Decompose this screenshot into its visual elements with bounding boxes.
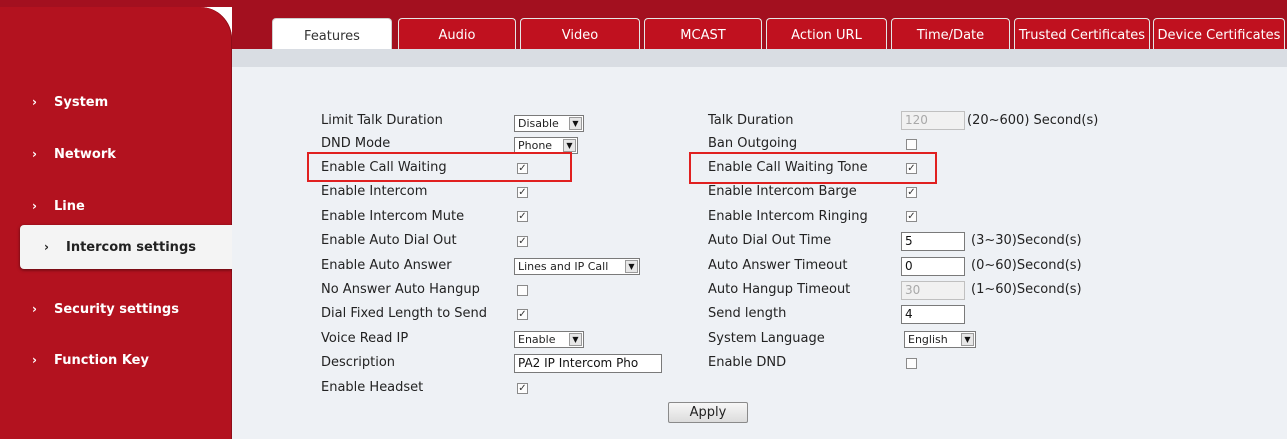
enable-intercom-ringing-checkbox[interactable]: ✓ [906, 211, 917, 222]
tab-time-date[interactable]: Time/Date [891, 18, 1010, 51]
tab-trusted-certificates[interactable]: Trusted Certificates [1014, 18, 1150, 51]
sidebar-item-label: System [54, 94, 109, 110]
talk-duration-label: Talk Duration [708, 113, 794, 128]
enable-auto-answer-label: Enable Auto Answer [321, 258, 452, 273]
chevron-right-icon: › [32, 353, 37, 367]
system-language-label: System Language [708, 331, 825, 346]
voice-read-ip-select[interactable]: Enable ▼ [514, 331, 584, 348]
sidebar-item-label: Network [54, 146, 116, 162]
ban-outgoing-label: Ban Outgoing [708, 136, 798, 151]
dnd-mode-label: DND Mode [321, 136, 391, 151]
tab-audio[interactable]: Audio [398, 18, 516, 51]
sidebar-item-label: Line [54, 198, 85, 214]
dropdown-arrow-icon: ▼ [625, 260, 638, 273]
dropdown-arrow-icon: ▼ [961, 333, 974, 346]
description-input[interactable]: PA2 IP Intercom Pho [514, 354, 662, 373]
tab-features[interactable]: Features [272, 18, 392, 53]
chevron-right-icon: › [32, 302, 37, 316]
no-answer-auto-hangup-label: No Answer Auto Hangup [321, 282, 480, 297]
enable-headset-checkbox[interactable]: ✓ [517, 383, 528, 394]
tab-device-certificates[interactable]: Device Certificates [1153, 18, 1285, 51]
enable-intercom-ringing-label: Enable Intercom Ringing [708, 209, 868, 224]
enable-headset-label: Enable Headset [321, 380, 424, 395]
ban-outgoing-checkbox[interactable] [906, 139, 917, 150]
sidebar-item-network[interactable]: › Network [0, 134, 232, 174]
voice-read-ip-label: Voice Read IP [321, 331, 409, 346]
limit-talk-duration-select[interactable]: Disable ▼ [514, 115, 584, 132]
auto-answer-timeout-label: Auto Answer Timeout [708, 258, 848, 273]
enable-intercom-mute-label: Enable Intercom Mute [321, 209, 465, 224]
auto-answer-timeout-input[interactable]: 0 [901, 257, 965, 276]
sidebar: › System › Network › Line › Intercom set… [0, 7, 232, 439]
chevron-right-icon: › [32, 199, 37, 213]
content-header-strip [232, 49, 1287, 67]
dropdown-arrow-icon: ▼ [563, 139, 576, 152]
talk-duration-unit: (20~600) Second(s) [967, 113, 1099, 128]
tab-video[interactable]: Video [520, 18, 640, 51]
enable-auto-dial-out-checkbox[interactable]: ✓ [517, 236, 528, 247]
enable-intercom-label: Enable Intercom [321, 184, 428, 199]
auto-dial-out-time-input[interactable]: 5 [901, 232, 965, 251]
dial-fixed-length-checkbox[interactable]: ✓ [517, 309, 528, 320]
dial-fixed-length-label: Dial Fixed Length to Send [321, 306, 488, 321]
enable-dnd-label: Enable DND [708, 355, 787, 370]
tab-action-url[interactable]: Action URL [766, 18, 887, 51]
enable-intercom-barge-checkbox[interactable]: ✓ [906, 187, 917, 198]
auto-hangup-timeout-unit: (1~60)Second(s) [971, 282, 1082, 297]
chevron-right-icon: › [44, 240, 49, 254]
top-bar [0, 0, 1287, 7]
enable-intercom-barge-label: Enable Intercom Barge [708, 184, 857, 199]
description-label: Description [321, 355, 396, 370]
tab-mcast[interactable]: MCAST [644, 18, 762, 51]
auto-hangup-timeout-input[interactable]: 30 [901, 281, 965, 300]
sidebar-item-security-settings[interactable]: › Security settings [0, 289, 232, 329]
auto-answer-timeout-unit: (0~60)Second(s) [971, 258, 1082, 273]
sidebar-item-system[interactable]: › System [0, 82, 232, 122]
dropdown-arrow-icon: ▼ [569, 117, 582, 130]
chevron-right-icon: › [32, 147, 37, 161]
sidebar-item-label: Function Key [54, 352, 149, 368]
highlight-box-call-waiting-tone [689, 152, 937, 184]
send-length-label: Send length [708, 306, 787, 321]
chevron-right-icon: › [32, 95, 37, 109]
auto-hangup-timeout-label: Auto Hangup Timeout [708, 282, 851, 297]
sidebar-item-label: Security settings [54, 301, 179, 317]
enable-intercom-checkbox[interactable]: ✓ [517, 187, 528, 198]
enable-intercom-mute-checkbox[interactable]: ✓ [517, 211, 528, 222]
enable-auto-dial-out-label: Enable Auto Dial Out [321, 233, 457, 248]
sidebar-item-line[interactable]: › Line [0, 186, 232, 226]
no-answer-auto-hangup-checkbox[interactable] [517, 285, 528, 296]
sidebar-item-label: Intercom settings [66, 239, 196, 255]
apply-button[interactable]: Apply [668, 402, 748, 423]
auto-dial-out-time-unit: (3~30)Second(s) [971, 233, 1082, 248]
send-length-input[interactable]: 4 [901, 305, 965, 324]
talk-duration-input[interactable]: 120 [901, 111, 965, 130]
enable-dnd-checkbox[interactable] [906, 358, 917, 369]
highlight-box-call-waiting [307, 152, 572, 182]
limit-talk-duration-label: Limit Talk Duration [321, 113, 443, 128]
dropdown-arrow-icon: ▼ [569, 333, 582, 346]
enable-auto-answer-select[interactable]: Lines and IP Call ▼ [514, 258, 640, 275]
system-language-select[interactable]: English ▼ [904, 331, 976, 348]
sidebar-item-intercom-settings[interactable]: › Intercom settings [20, 225, 232, 269]
sidebar-item-function-key[interactable]: › Function Key [0, 340, 232, 380]
auto-dial-out-time-label: Auto Dial Out Time [708, 233, 832, 248]
